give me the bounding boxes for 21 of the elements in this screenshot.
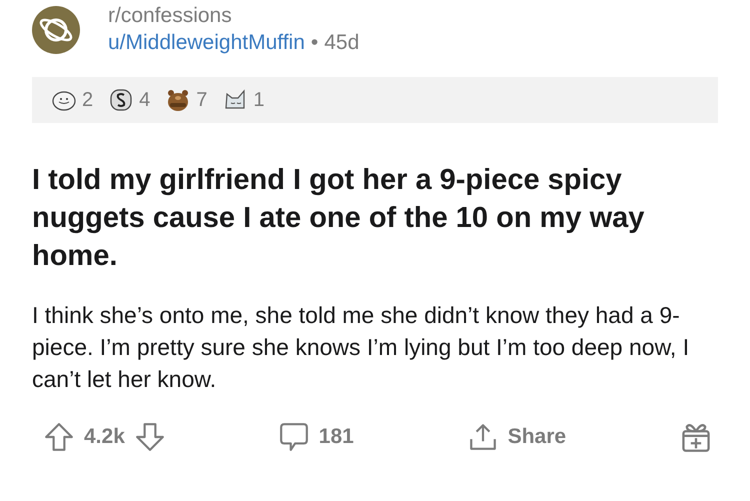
comment-icon[interactable] — [278, 422, 309, 452]
share-button[interactable]: Share — [468, 422, 566, 452]
award-count: 1 — [253, 88, 264, 112]
comment-count: 181 — [318, 425, 354, 449]
post-title: I told my girlfriend I got her a 9-piece spicy nuggets cause I ate one of the 10 on my way home. — [32, 163, 646, 274]
bear-award-icon — [166, 88, 190, 112]
downvote-icon[interactable] — [134, 422, 165, 452]
upvote-icon[interactable] — [44, 422, 74, 452]
subreddit-avatar-icon[interactable] — [32, 6, 80, 54]
award-count: 7 — [196, 88, 208, 112]
subreddit-name[interactable]: r/confessions — [108, 4, 360, 28]
gift-award-icon[interactable] — [680, 421, 712, 453]
share-icon — [468, 422, 498, 452]
separator: • — [310, 31, 318, 55]
vote-score: 4.2k — [84, 425, 125, 449]
post-body: I think she’s onto me, she told me she didn’t know they had a 9-piece. I’m pretty sure she knows I’m lying but I’m too deep now, I can’t let her know. — [32, 301, 690, 394]
award-count: 4 — [139, 88, 150, 112]
award-count: 2 — [82, 88, 94, 112]
post-age: 45d — [324, 31, 360, 55]
coin-award-icon — [109, 88, 134, 112]
author-link[interactable]: u/MiddleweightMuffin — [108, 31, 305, 55]
